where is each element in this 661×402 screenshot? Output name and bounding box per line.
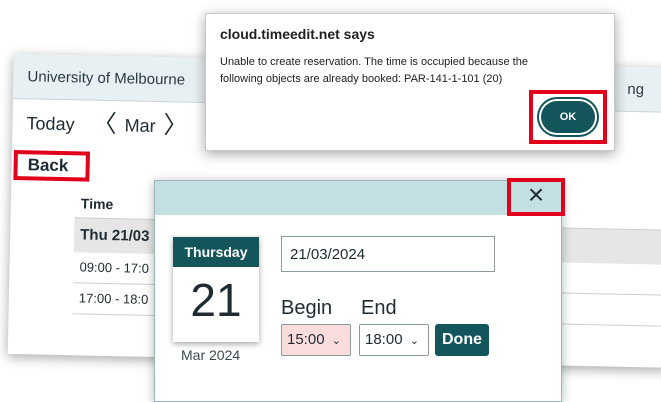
alert-message: Unable to create reservation. The time i… xyxy=(220,56,528,85)
header-text-partial: ng xyxy=(627,80,645,99)
ok-highlight: OK xyxy=(529,90,607,144)
back-button[interactable]: Back xyxy=(13,150,90,182)
close-icon[interactable]: × xyxy=(507,178,565,216)
chevron-right-icon[interactable]: 〉 xyxy=(163,112,188,139)
calendar-weekday: Thursday xyxy=(173,237,259,267)
date-input[interactable] xyxy=(281,236,495,272)
alert-title: cloud.timeedit.net says xyxy=(220,26,375,42)
chevron-left-icon[interactable]: 〈 xyxy=(92,111,117,138)
today-button[interactable]: Today xyxy=(26,113,74,135)
ok-button[interactable]: OK xyxy=(541,101,595,133)
begin-time-select[interactable]: 15:00 ⌄ xyxy=(281,324,351,356)
calendar-card: Thursday 21 xyxy=(173,237,259,342)
calendar-month-year: Mar 2024 xyxy=(181,347,241,363)
end-label: End xyxy=(361,297,397,319)
date-time-dialog: × Thursday 21 Mar 2024 Begin End 15:00 ⌄… xyxy=(154,178,565,402)
chevron-down-icon: ⌄ xyxy=(331,335,341,347)
browser-alert-dialog: cloud.timeedit.net says Unable to create… xyxy=(205,13,615,151)
done-button[interactable]: Done xyxy=(435,324,489,356)
org-name: University of Melbourne xyxy=(27,68,186,89)
chevron-down-icon: ⌄ xyxy=(409,335,419,347)
end-time-value: 18:00 xyxy=(365,331,403,348)
calendar-day: 21 xyxy=(190,274,242,326)
begin-time-value: 15:00 xyxy=(287,331,325,348)
begin-label: Begin xyxy=(281,297,333,319)
month-label: Mar xyxy=(124,114,156,136)
dialog-header: × xyxy=(155,178,565,216)
end-time-select[interactable]: 18:00 ⌄ xyxy=(359,324,429,356)
date-navigation: Today 〈 Mar 〉 xyxy=(26,110,188,140)
